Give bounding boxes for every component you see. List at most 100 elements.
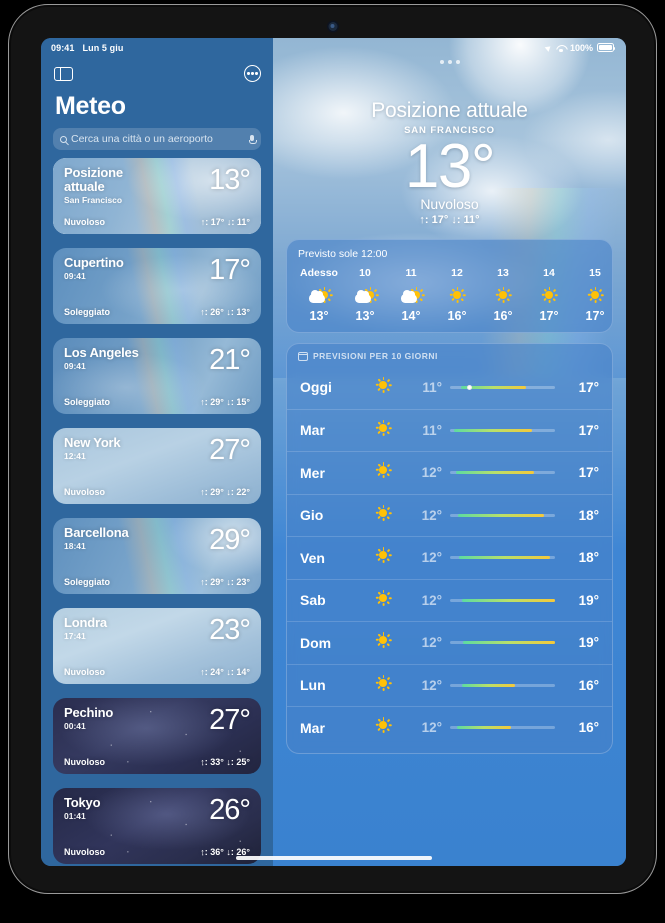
temp-range-bar bbox=[442, 641, 563, 645]
hour-label: 13 bbox=[497, 267, 509, 279]
location-arrow-icon bbox=[544, 43, 553, 52]
day-low: 12° bbox=[421, 677, 442, 693]
hour-temp: 14° bbox=[401, 309, 421, 323]
table-row[interactable]: Mar 11° 17° bbox=[287, 408, 612, 452]
sidebar-toggle-icon[interactable] bbox=[54, 66, 73, 81]
hour-label: 11 bbox=[405, 267, 417, 279]
hour-temp: 17° bbox=[585, 309, 605, 323]
table-row[interactable]: Sab 12° 19° bbox=[287, 578, 612, 622]
wifi-icon bbox=[556, 44, 566, 52]
city-subtitle: San Francisco bbox=[64, 195, 123, 205]
city-name: New York bbox=[64, 435, 121, 450]
hourly-item: 12 16° bbox=[434, 267, 480, 323]
city-temperature: 17° bbox=[209, 254, 251, 286]
front-camera-icon bbox=[328, 22, 337, 31]
current-weather-hero: Posizione attuale SAN FRANCISCO 13° Nuvo… bbox=[273, 57, 626, 226]
city-temperature: 27° bbox=[209, 704, 251, 736]
sun-icon bbox=[362, 674, 404, 695]
table-row[interactable]: Dom 12° 19° bbox=[287, 621, 612, 664]
sun-icon bbox=[572, 282, 612, 308]
sun-icon bbox=[362, 589, 404, 610]
sun-icon bbox=[362, 547, 404, 568]
city-temperature: 13° bbox=[209, 164, 251, 196]
city-condition: Soleggiato bbox=[64, 307, 111, 317]
day-low: 11° bbox=[422, 379, 442, 395]
microphone-icon[interactable] bbox=[249, 134, 257, 144]
weather-detail-panel: 100% Posizione attuale SAN FRANCISCO 13°… bbox=[273, 38, 626, 866]
table-row[interactable]: Lun 12° 16° bbox=[287, 663, 612, 707]
list-item-city[interactable]: Londra 17:41 23° Nuvoloso ↑: 24° ↓: 14° bbox=[53, 608, 261, 684]
day-label: Ven bbox=[300, 549, 325, 566]
day-high: 18° bbox=[578, 507, 599, 523]
city-condition: Nuvoloso bbox=[64, 487, 106, 497]
home-indicator[interactable] bbox=[235, 856, 432, 860]
search-input[interactable]: Cerca una città o un aeroporto bbox=[53, 128, 261, 150]
day-low: 12° bbox=[421, 720, 442, 736]
day-high: 18° bbox=[578, 550, 599, 566]
day-high: 19° bbox=[578, 635, 599, 651]
city-condition: Nuvoloso bbox=[64, 757, 106, 767]
city-name: Pechino bbox=[64, 705, 114, 720]
list-item-city[interactable]: Posizione attuale San Francisco 13° Nuvo… bbox=[53, 158, 261, 234]
table-row[interactable]: Mer 12° 17° bbox=[287, 451, 612, 494]
list-item-city[interactable]: Los Angeles 09:41 21° Soleggiato ↑: 29° … bbox=[53, 338, 261, 414]
day-low: 12° bbox=[421, 635, 442, 651]
city-high-low: ↑: 33° ↓: 25° bbox=[200, 757, 250, 767]
temp-range-bar bbox=[442, 428, 563, 432]
city-high-low: ↑: 17° ↓: 11° bbox=[200, 217, 250, 227]
table-row[interactable]: Oggi 11° 17° bbox=[287, 366, 612, 409]
hour-temp: 17° bbox=[539, 309, 559, 323]
more-options-icon[interactable] bbox=[244, 65, 261, 82]
table-row[interactable]: Gio 12° 18° bbox=[287, 493, 612, 537]
temp-range-bar bbox=[442, 556, 563, 560]
city-subtitle: 01:41 bbox=[64, 811, 86, 821]
table-row[interactable]: Ven 12° 18° bbox=[287, 536, 612, 579]
hour-label: 10 bbox=[359, 267, 371, 279]
day-high: 17° bbox=[578, 422, 599, 438]
calendar-icon bbox=[298, 351, 308, 361]
list-item-city[interactable]: Pechino 00:41 27° Nuvoloso ↑: 33° ↓: 25° bbox=[53, 698, 261, 774]
city-condition: Soleggiato bbox=[64, 577, 111, 587]
city-subtitle: 09:41 bbox=[64, 361, 86, 371]
temp-range-bar bbox=[442, 471, 563, 475]
sun-behind-cloud-icon bbox=[296, 282, 342, 308]
sun-icon bbox=[362, 717, 404, 738]
city-temperature: 23° bbox=[209, 614, 251, 646]
hour-label: 14 bbox=[543, 267, 555, 279]
hourly-item: 10 13° bbox=[342, 267, 388, 323]
list-item-city[interactable]: New York 12:41 27° Nuvoloso ↑: 29° ↓: 22… bbox=[53, 428, 261, 504]
daily-header: PREVISIONI PER 10 GIORNI bbox=[287, 351, 612, 366]
city-name: Los Angeles bbox=[64, 345, 139, 360]
sidebar-status-bar: 09:41 Lun 5 giu bbox=[41, 38, 273, 57]
list-item-city[interactable]: Barcellona 18:41 29° Soleggiato ↑: 29° ↓… bbox=[53, 518, 261, 594]
hourly-forecast-card[interactable]: Previsto sole 12:00 Adesso 13° 10 13° 11… bbox=[286, 239, 613, 333]
sun-icon bbox=[480, 282, 526, 308]
temp-range-bar bbox=[442, 726, 563, 730]
day-low: 12° bbox=[421, 550, 442, 566]
sun-icon bbox=[362, 632, 404, 653]
list-item-city[interactable]: Cupertino 09:41 17° Soleggiato ↑: 26° ↓:… bbox=[53, 248, 261, 324]
day-high: 16° bbox=[578, 720, 599, 736]
day-high: 17° bbox=[578, 465, 599, 481]
list-item-city[interactable]: Tokyo 01:41 26° Nuvoloso ↑: 36° ↓: 26° bbox=[53, 788, 261, 864]
city-temperature: 29° bbox=[209, 524, 251, 556]
city-temperature: 27° bbox=[209, 434, 251, 466]
ten-day-forecast-card[interactable]: PREVISIONI PER 10 GIORNI Oggi 11° 17° Ma… bbox=[286, 343, 613, 754]
sun-icon bbox=[434, 282, 480, 308]
day-label: Mar bbox=[300, 422, 325, 439]
table-row[interactable]: Mar 12° 16° bbox=[287, 706, 612, 749]
hour-temp: 13° bbox=[355, 309, 375, 323]
city-condition: Nuvoloso bbox=[64, 847, 106, 857]
temp-range-bar bbox=[442, 683, 563, 687]
sun-icon bbox=[362, 419, 404, 440]
sun-icon bbox=[526, 282, 572, 308]
hour-temp: 16° bbox=[447, 309, 467, 323]
hourly-item: 11 14° bbox=[388, 267, 434, 323]
city-name: Barcellona bbox=[64, 525, 129, 540]
day-label: Lun bbox=[300, 677, 326, 694]
city-subtitle: 09:41 bbox=[64, 271, 86, 281]
city-condition: Nuvoloso bbox=[64, 217, 106, 227]
search-placeholder: Cerca una città o un aeroporto bbox=[71, 133, 213, 145]
hourly-scroller[interactable]: Adesso 13° 10 13° 11 14° 12 16° 13 16° 1… bbox=[287, 267, 612, 323]
search-icon bbox=[60, 135, 67, 143]
